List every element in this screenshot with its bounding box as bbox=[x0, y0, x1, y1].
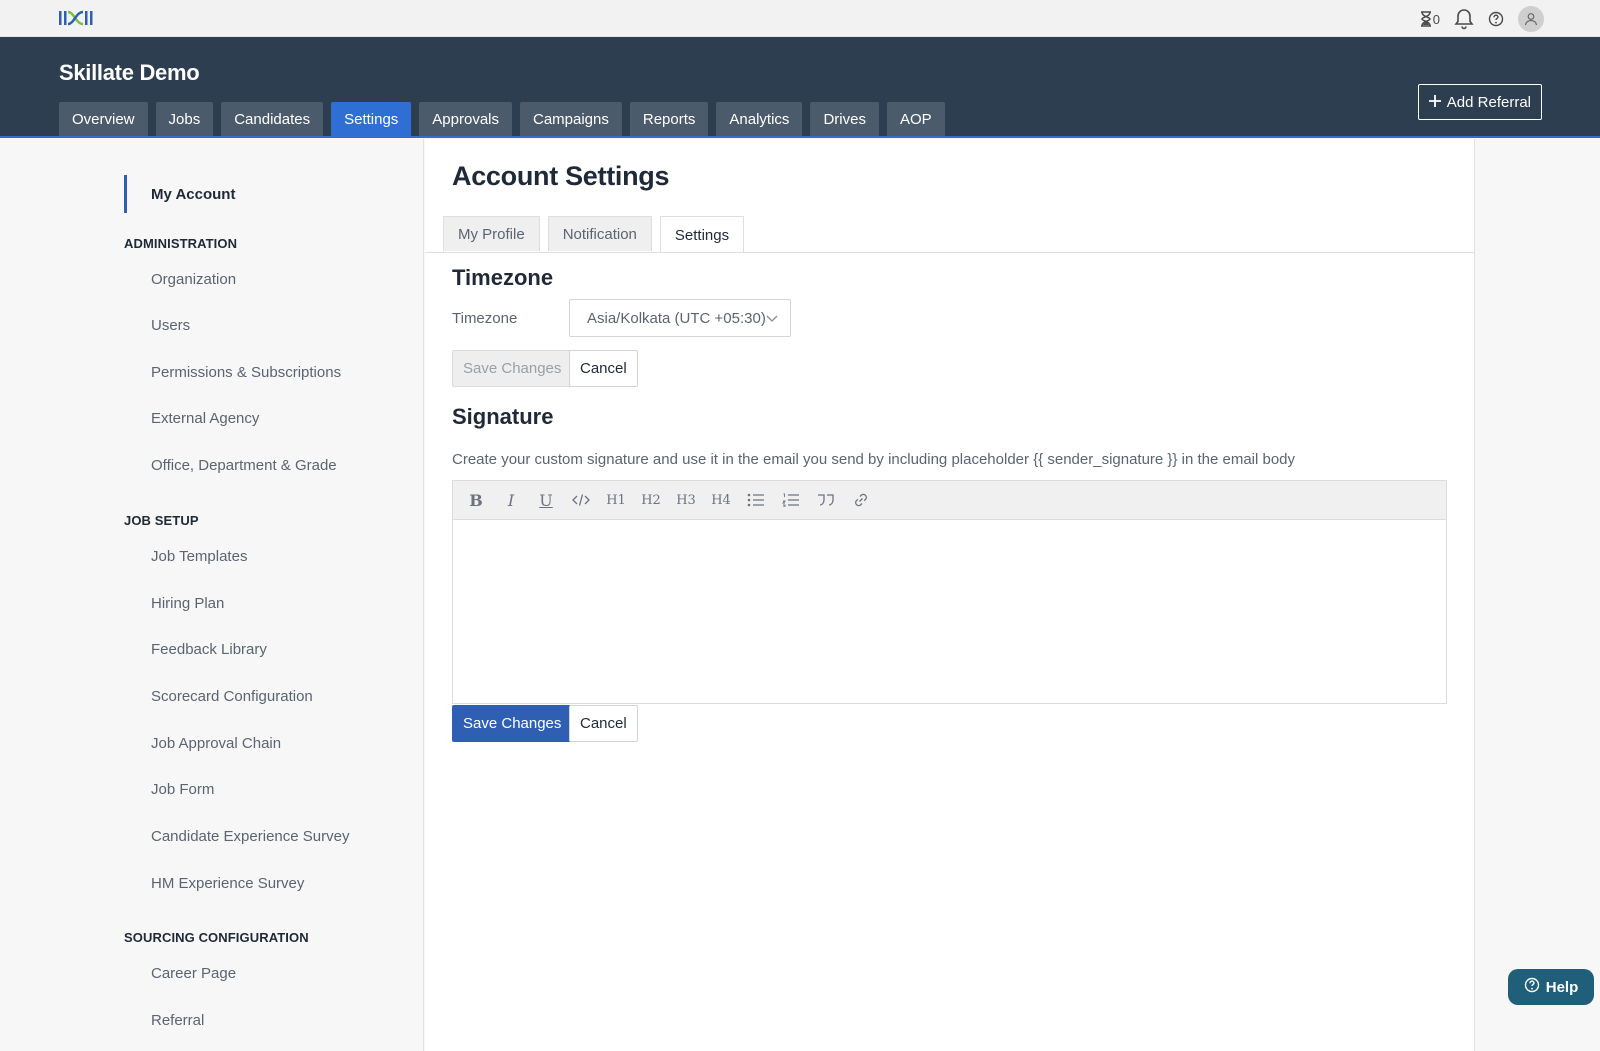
timezone-save-button[interactable]: Save Changes bbox=[452, 350, 573, 387]
sidebar-item-candidate-experience-survey[interactable]: Candidate Experience Survey bbox=[151, 828, 349, 845]
app-title: Skillate Demo bbox=[59, 60, 200, 85]
timezone-section-title: Timezone bbox=[452, 265, 554, 290]
sidebar-section-administration: ADMINISTRATION bbox=[124, 236, 238, 251]
sidebar-item-external-agency[interactable]: External Agency bbox=[151, 410, 259, 427]
help-circle-icon bbox=[1524, 977, 1540, 997]
heading4-icon[interactable]: H4 bbox=[708, 487, 734, 513]
page-title: Account Settings bbox=[452, 161, 670, 191]
sidebar-item-organization[interactable]: Organization bbox=[151, 271, 236, 288]
nav-tab-approvals[interactable]: Approvals bbox=[419, 102, 512, 136]
signature-description: Create your custom signature and use it … bbox=[452, 451, 1296, 468]
numbered-list-icon[interactable] bbox=[778, 487, 804, 513]
tab-notification[interactable]: Notification bbox=[547, 216, 652, 251]
app-header: Skillate Demo Overview Jobs Candidates S… bbox=[0, 37, 1600, 138]
signature-section-title: Signature bbox=[452, 404, 554, 429]
account-tabs: My Profile Notification Settings bbox=[443, 216, 745, 253]
timezone-cancel-button[interactable]: Cancel bbox=[569, 350, 638, 387]
help-label: Help bbox=[1545, 978, 1579, 996]
sidebar-item-hiring-plan[interactable]: Hiring Plan bbox=[151, 595, 224, 612]
sidebar-item-job-approval-chain[interactable]: Job Approval Chain bbox=[151, 735, 281, 752]
heading2-icon[interactable]: H2 bbox=[638, 487, 664, 513]
nav-tab-reports[interactable]: Reports bbox=[629, 102, 709, 136]
timezone-select[interactable]: Asia/Kolkata (UTC +05:30) bbox=[569, 299, 791, 337]
sidebar-section-sourcing-configuration: SOURCING CONFIGURATION bbox=[124, 930, 309, 945]
account-settings-panel: Account Settings My Profile Notification… bbox=[425, 139, 1475, 1051]
heading1-icon[interactable]: H1 bbox=[603, 487, 629, 513]
editor-toolbar: B I U H1 H2 H3 H4 bbox=[453, 481, 1446, 520]
sidebar-item-office-department-grade[interactable]: Office, Department & Grade bbox=[151, 457, 337, 474]
top-utility-bar: 0 bbox=[0, 0, 1600, 37]
tab-settings[interactable]: Settings bbox=[659, 216, 745, 253]
sidebar-item-career-page[interactable]: Career Page bbox=[151, 965, 236, 982]
link-icon[interactable] bbox=[848, 487, 874, 513]
signature-save-button[interactable]: Save Changes bbox=[452, 705, 573, 742]
add-referral-label: Add Referral bbox=[1446, 93, 1531, 111]
plus-icon bbox=[1428, 94, 1441, 111]
bold-icon[interactable]: B bbox=[463, 487, 489, 513]
sidebar-item-referral[interactable]: Referral bbox=[151, 1012, 204, 1029]
nav-tab-candidates[interactable]: Candidates bbox=[221, 102, 324, 136]
nav-tab-jobs[interactable]: Jobs bbox=[155, 102, 214, 136]
tab-my-profile[interactable]: My Profile bbox=[443, 216, 540, 251]
sidebar-item-users[interactable]: Users bbox=[151, 317, 190, 334]
signature-editor-body[interactable] bbox=[453, 520, 1446, 703]
main-nav: Overview Jobs Candidates Settings Approv… bbox=[59, 102, 945, 136]
help-circle-icon[interactable] bbox=[1488, 7, 1504, 31]
bullet-list-icon[interactable] bbox=[743, 487, 769, 513]
user-avatar-icon[interactable] bbox=[1518, 6, 1544, 32]
quote-icon[interactable] bbox=[813, 487, 839, 513]
timezone-field-label: Timezone bbox=[452, 310, 518, 327]
heading3-icon[interactable]: H3 bbox=[673, 487, 699, 513]
signature-editor: B I U H1 H2 H3 H4 bbox=[452, 480, 1447, 704]
bell-icon[interactable] bbox=[1454, 7, 1474, 31]
underline-icon[interactable]: U bbox=[533, 487, 559, 513]
timezone-selected-value: Asia/Kolkata (UTC +05:30) bbox=[587, 309, 766, 327]
sidebar-item-feedback-library[interactable]: Feedback Library bbox=[151, 641, 267, 658]
sidebar-item-hm-experience-survey[interactable]: HM Experience Survey bbox=[151, 875, 304, 892]
help-button[interactable]: Help bbox=[1508, 969, 1594, 1005]
nav-tab-campaigns[interactable]: Campaigns bbox=[520, 102, 622, 136]
skillate-logo-icon[interactable] bbox=[58, 8, 94, 28]
nav-tab-overview[interactable]: Overview bbox=[59, 102, 148, 136]
tabs-divider bbox=[425, 252, 1475, 253]
top-icons-group: 0 bbox=[1419, 6, 1544, 32]
italic-icon[interactable]: I bbox=[498, 487, 524, 513]
hourglass-icon bbox=[1419, 11, 1433, 27]
timer-count: 0 bbox=[1432, 11, 1440, 27]
sidebar-item-scorecard-configuration[interactable]: Scorecard Configuration bbox=[151, 688, 313, 705]
sidebar-item-my-account[interactable]: My Account bbox=[124, 175, 235, 213]
sidebar-section-job-setup: JOB SETUP bbox=[124, 513, 199, 528]
sidebar-item-job-form[interactable]: Job Form bbox=[151, 781, 214, 798]
code-icon[interactable] bbox=[568, 487, 594, 513]
sidebar-item-job-templates[interactable]: Job Templates bbox=[151, 548, 247, 565]
signature-cancel-button[interactable]: Cancel bbox=[569, 705, 638, 742]
nav-tab-aop[interactable]: AOP bbox=[886, 102, 945, 136]
nav-tab-settings[interactable]: Settings bbox=[331, 102, 412, 136]
sidebar-item-permissions[interactable]: Permissions & Subscriptions bbox=[151, 364, 341, 381]
nav-tab-drives[interactable]: Drives bbox=[810, 102, 879, 136]
timer-indicator[interactable]: 0 bbox=[1419, 7, 1440, 31]
nav-tab-analytics[interactable]: Analytics bbox=[716, 102, 803, 136]
chevron-down-icon bbox=[766, 311, 778, 328]
add-referral-button[interactable]: Add Referral bbox=[1417, 84, 1542, 120]
settings-sidebar: My Account ADMINISTRATION Organization U… bbox=[0, 139, 424, 1051]
